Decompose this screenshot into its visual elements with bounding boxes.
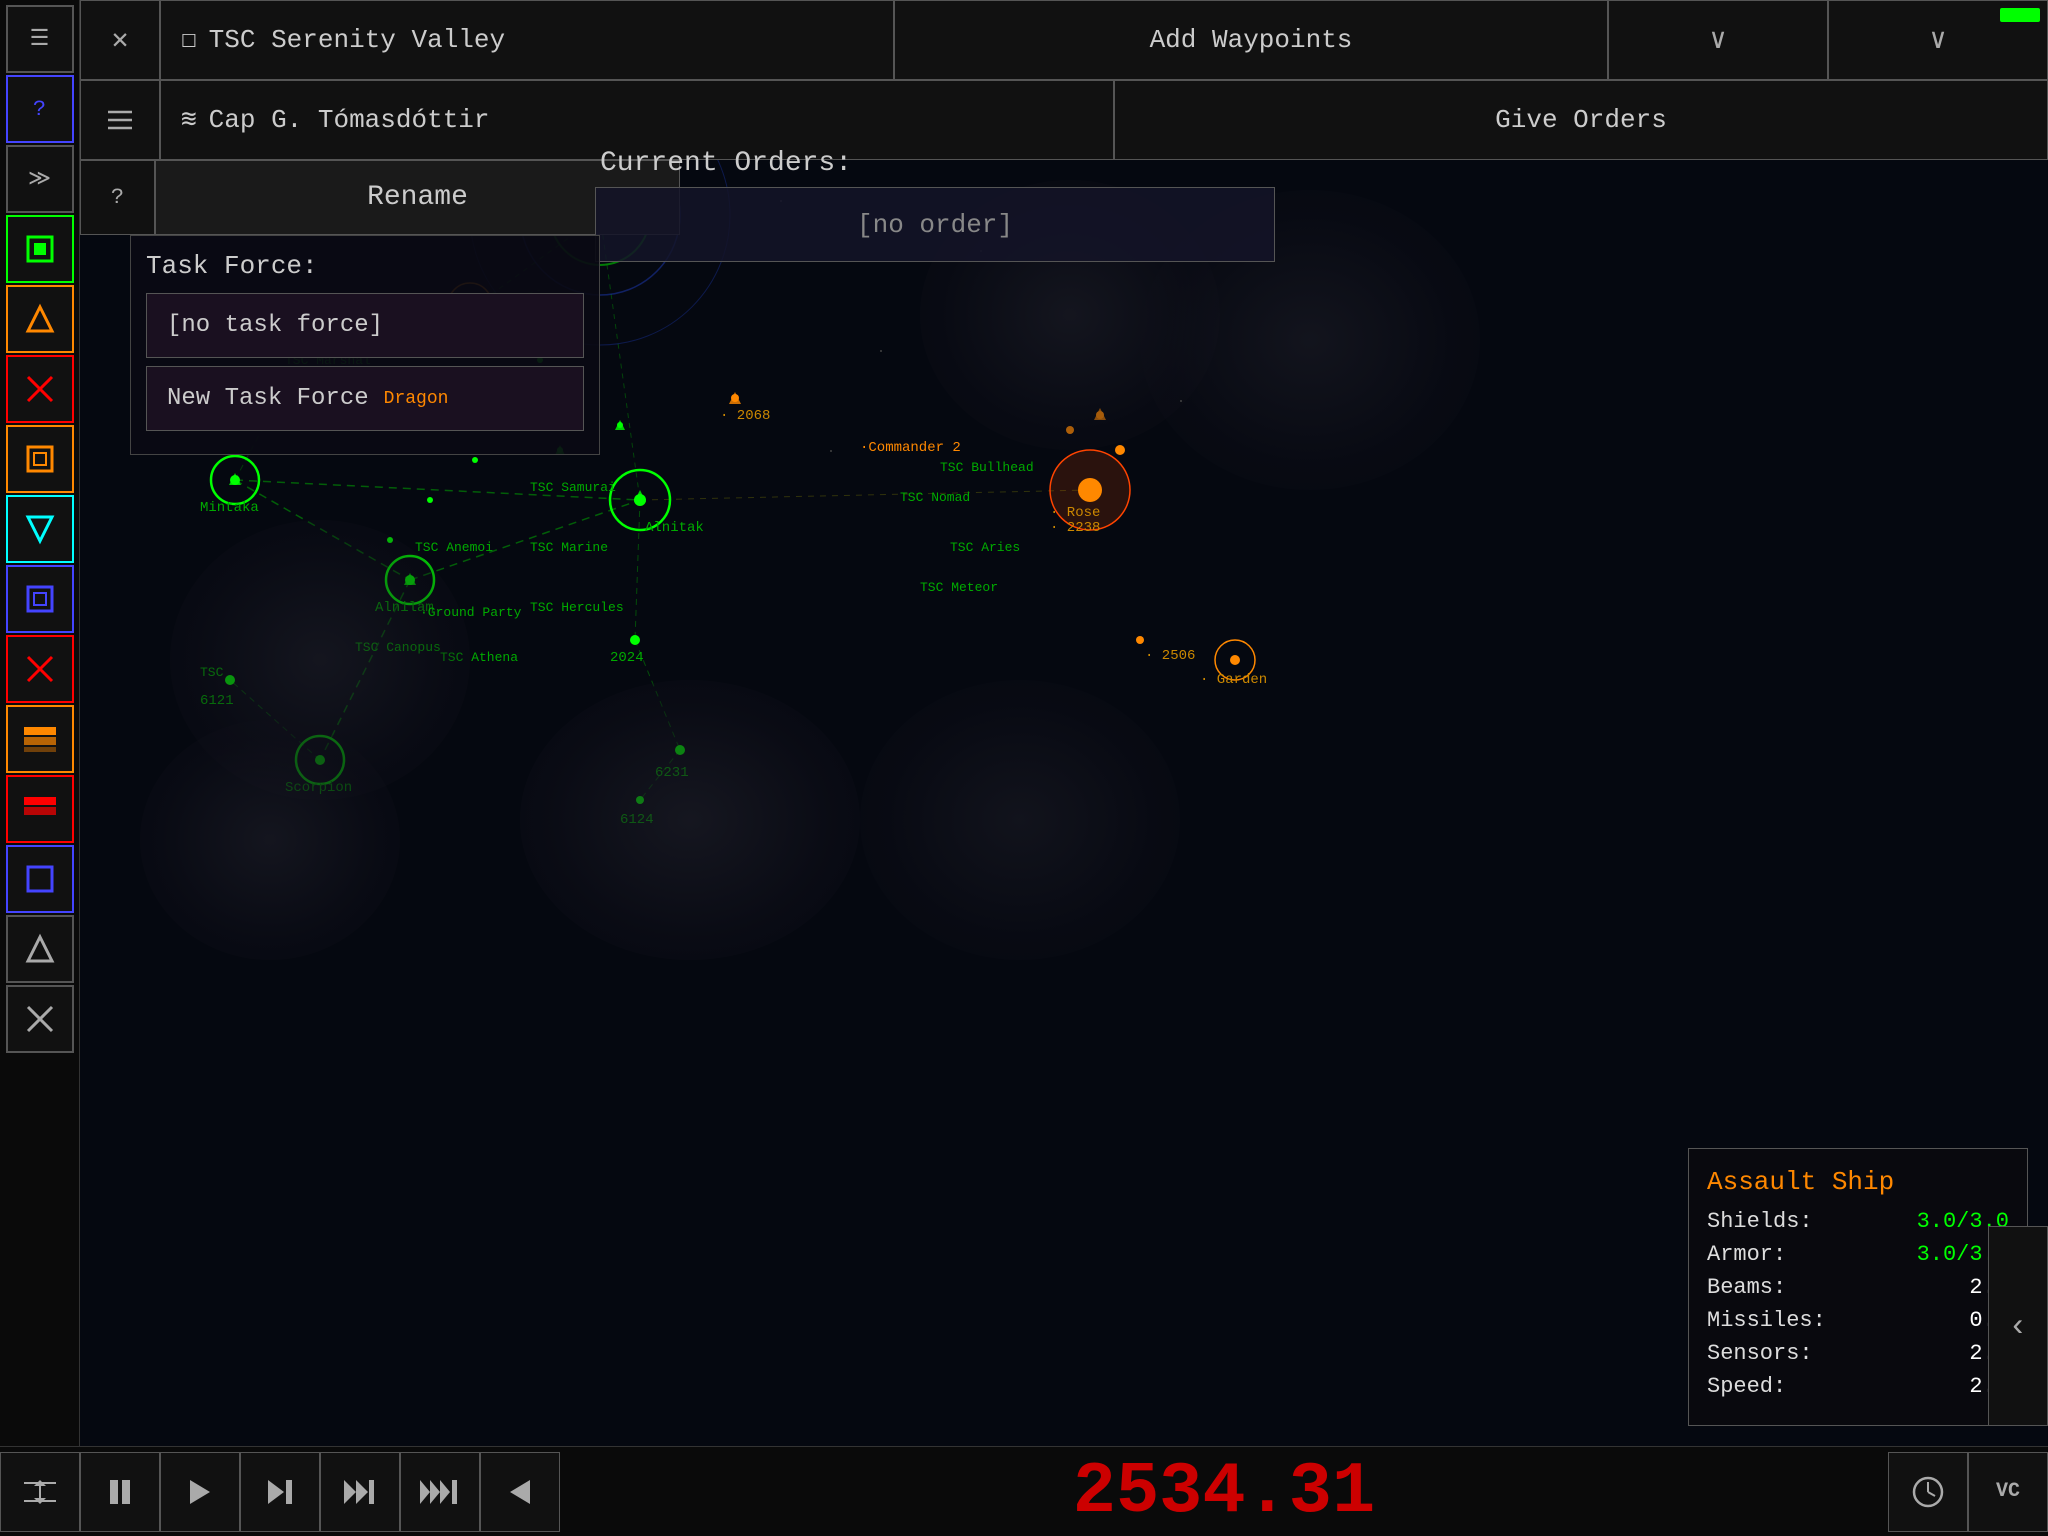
enemy-commander: ·Commander 2 [860, 440, 961, 456]
sensors-label: Sensors: [1707, 1341, 1813, 1366]
clock-button[interactable] [1888, 1452, 1968, 1532]
tsc-label-marine: TSC Marine [530, 540, 608, 555]
play-button[interactable] [160, 1452, 240, 1532]
chevron-down-icon-2: ∨ [1930, 22, 1947, 57]
missiles-row: Missiles: 0.0 [1707, 1308, 2009, 1333]
system-label-rose: · Rose [1050, 505, 1100, 521]
sidebar-square-blue-2[interactable] [6, 845, 74, 913]
system-label-alnitak: Alnitak [645, 520, 704, 536]
speed-row: Speed: 2.5 [1707, 1374, 2009, 1399]
ship-scroll-button[interactable]: ‹ [1988, 1226, 2048, 1426]
sensors-row: Sensors: 2.0 [1707, 1341, 2009, 1366]
tsc-label-samurai: TSC Samurai [530, 480, 616, 495]
commander-icon: ≋ [181, 104, 197, 135]
tsc-label-aries: TSC Aries [950, 540, 1020, 555]
star-2 [880, 350, 882, 352]
system-label-2068: · 2068 [720, 408, 770, 424]
location-text: TSC Serenity Valley [209, 25, 505, 55]
sidebar-square-orange[interactable] [6, 425, 74, 493]
system-label-2238: · 2238 [1050, 520, 1100, 536]
ship-title: Assault Ship [1707, 1167, 2009, 1197]
taskforce-panel: Task Force: [no task force] New Task For… [130, 235, 600, 455]
system-label-mintaka: Mintaka [200, 500, 259, 516]
taskforce-none-option[interactable]: [no task force] [146, 293, 584, 358]
sidebar-triangle-down-teal[interactable] [6, 495, 74, 563]
armor-row: Armor: 3.0/3.0 [1707, 1242, 2009, 1267]
sidebar: ☰ ? ≫ [0, 0, 80, 1536]
compress-button[interactable] [0, 1452, 80, 1532]
tsc-label-meteor: TSC Meteor [920, 580, 998, 595]
rewind-button[interactable] [480, 1452, 560, 1532]
sidebar-arrows-button[interactable]: ≫ [6, 145, 74, 213]
topbar: ✕ ☐ TSC Serenity Valley Add Waypoints ∨ … [80, 0, 2048, 80]
time-display: 2534.31 [560, 1451, 1888, 1533]
sidebar-triangle-default[interactable] [6, 915, 74, 983]
rename-bar: ? Rename [80, 160, 680, 235]
sidebar-stack-orange[interactable] [6, 705, 74, 773]
close-button[interactable]: ✕ [80, 0, 160, 80]
tsc-label-anemoi: TSC Anemoi [415, 540, 493, 555]
sidebar-x-red-2[interactable] [6, 635, 74, 703]
ship-info-panel: Assault Ship Shields: 3.0/3.0 Armor: 3.0… [1688, 1148, 2028, 1426]
taskforce-title: Task Force: [146, 251, 584, 281]
chevron-left-icon: ‹ [2008, 1308, 2027, 1345]
give-orders-label: Give Orders [1495, 105, 1667, 135]
location-button[interactable]: ☐ TSC Serenity Valley [160, 0, 894, 80]
sidebar-menu-button[interactable]: ☰ [6, 5, 74, 73]
sidebar-square-green[interactable] [6, 215, 74, 283]
sidebar-triangle-orange[interactable] [6, 285, 74, 353]
location-icon: ☐ [181, 24, 197, 55]
status-indicator [2000, 8, 2040, 22]
ultra-fast-forward-button[interactable] [400, 1452, 480, 1532]
sidebar-square-blue[interactable] [6, 565, 74, 633]
orders-value[interactable]: [no order] [595, 187, 1275, 262]
add-waypoints-button[interactable]: Add Waypoints [894, 0, 1608, 80]
star-5 [1180, 400, 1182, 402]
tsc-label-hercules: TSC Hercules [530, 600, 624, 615]
armor-label: Armor: [1707, 1242, 1786, 1267]
sidebar-x-red[interactable] [6, 355, 74, 423]
orders-title: Current Orders: [595, 148, 1275, 179]
beams-label: Beams: [1707, 1275, 1786, 1300]
shields-label: Shields: [1707, 1209, 1813, 1234]
system-label-garden: · Garden [1200, 672, 1267, 688]
add-waypoints-label: Add Waypoints [1150, 25, 1353, 55]
sidebar-stack-red[interactable] [6, 775, 74, 843]
chevron-down-icon-1: ∨ [1710, 22, 1727, 57]
nebula-2 [140, 720, 400, 960]
speed-label: Speed: [1707, 1374, 1786, 1399]
nebula-3 [520, 680, 860, 960]
sidebar-help-button[interactable]: ? [6, 75, 74, 143]
tsc-label-bullhead: TSC Bullhead [940, 460, 1034, 475]
sidebar-x-default[interactable] [6, 985, 74, 1053]
beams-row: Beams: 2.0 [1707, 1275, 2009, 1300]
step-forward-button[interactable] [240, 1452, 320, 1532]
bottombar: 2534.31 VC [0, 1446, 2048, 1536]
system-label-2024: 2024 [610, 650, 644, 666]
tsc-label-nomad: TSC Nomad [900, 490, 970, 505]
ground-party: ·Ground Party [420, 605, 521, 620]
missiles-label: Missiles: [1707, 1308, 1826, 1333]
new-taskforce-label: New Task Force [167, 385, 369, 412]
rename-help-button[interactable]: ? [80, 160, 155, 235]
time-value: 2534.31 [1073, 1451, 1375, 1533]
dragon-label: Dragon [384, 389, 449, 409]
system-label-2506: · 2506 [1145, 648, 1195, 664]
taskforce-new-option[interactable]: New Task Force Dragon [146, 366, 584, 431]
shields-row: Shields: 3.0/3.0 [1707, 1209, 2009, 1234]
pause-button[interactable] [80, 1452, 160, 1532]
nebula-6 [860, 680, 1180, 960]
star-4 [830, 450, 832, 452]
close-button-2[interactable] [80, 80, 160, 160]
fast-forward-button[interactable] [320, 1452, 400, 1532]
vc-button[interactable]: VC [1968, 1452, 2048, 1532]
orders-panel: Current Orders: [no order] [595, 148, 1275, 262]
commander-text: Cap G. Tómasdóttir [209, 105, 490, 135]
dropdown1-button[interactable]: ∨ [1608, 0, 1828, 80]
